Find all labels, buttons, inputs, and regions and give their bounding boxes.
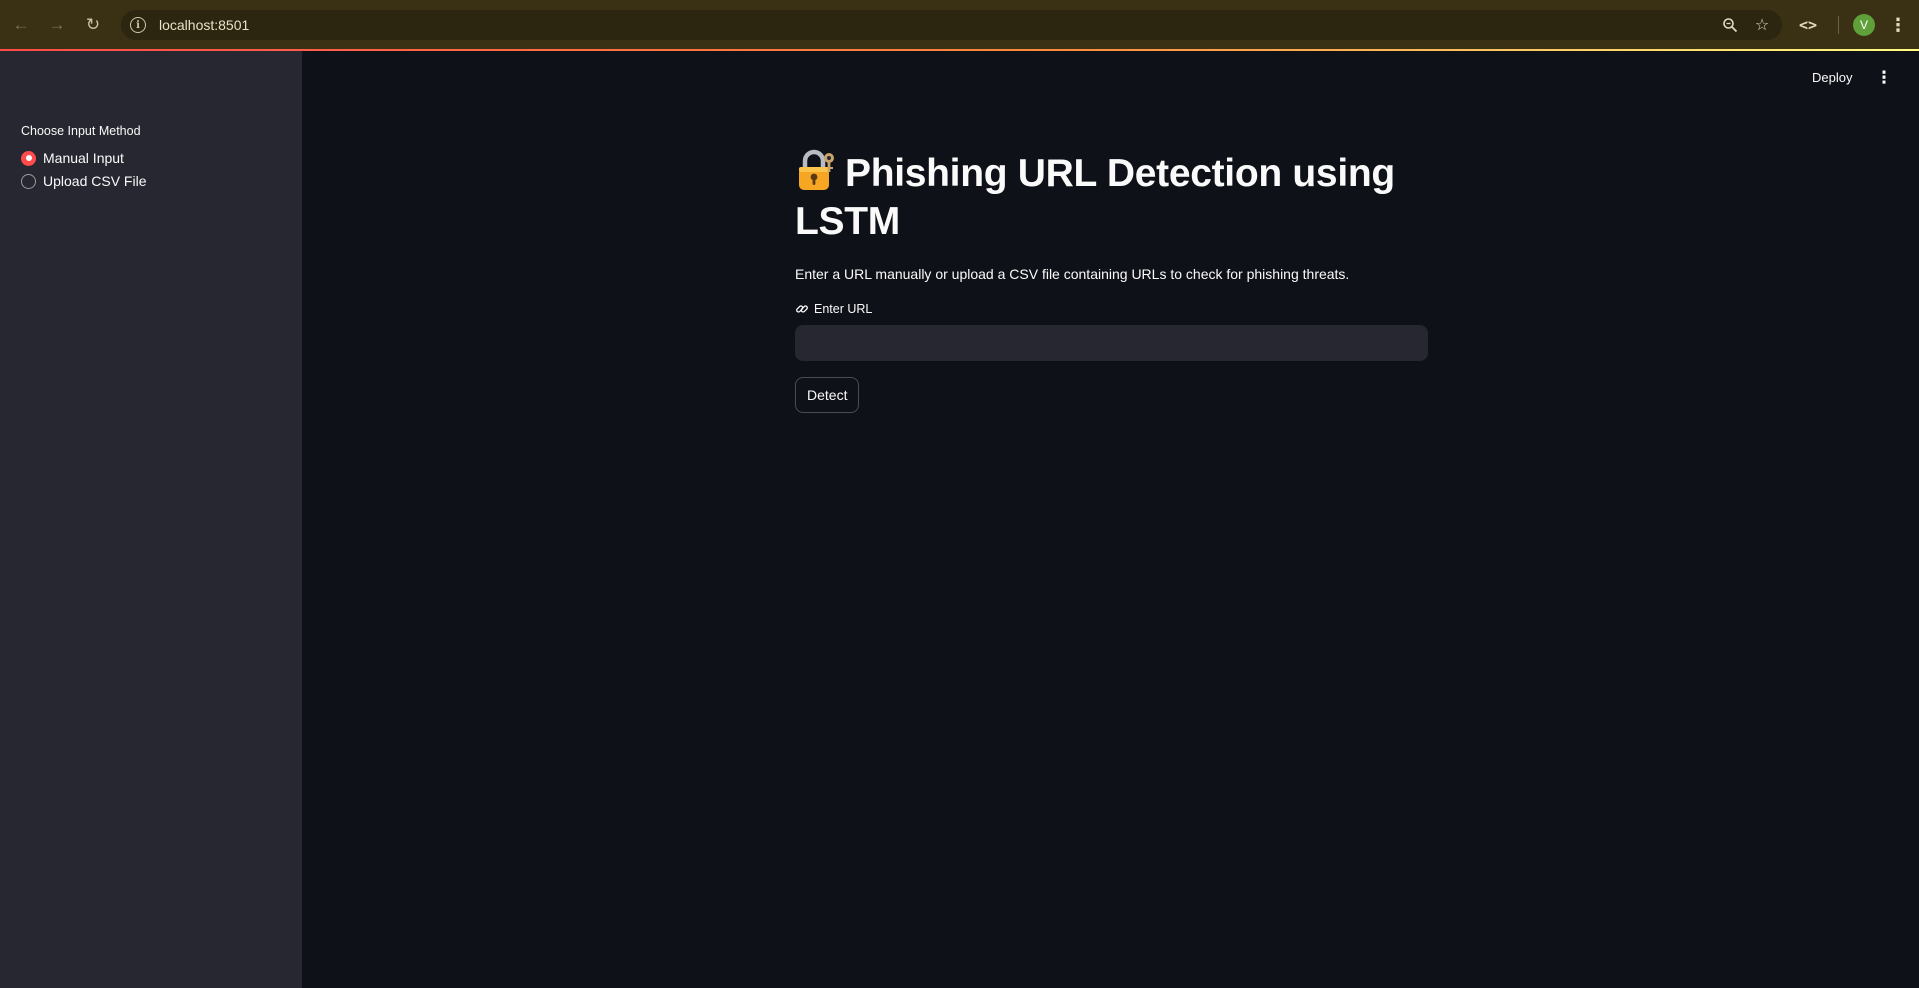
reload-icon[interactable]: ↻ — [75, 7, 111, 43]
sidebar: Choose Input Method Manual Input Upload … — [0, 51, 302, 988]
url-input-label: Enter URL — [795, 302, 1428, 316]
kebab-menu-icon[interactable]: ⋮ — [1883, 10, 1913, 40]
page-title-text: Phishing URL Detection using LSTM — [795, 152, 1395, 243]
radio-unselected-icon[interactable] — [21, 173, 36, 189]
lock-with-key-icon — [795, 148, 837, 192]
toolbar-divider — [1838, 16, 1839, 34]
radio-group-label: Choose Input Method — [21, 124, 141, 138]
page-title: Phishing URL Detection using LSTM — [795, 148, 1428, 246]
kebab-menu-icon[interactable]: ⋮ — [1876, 67, 1893, 89]
address-bar-url[interactable]: localhost:8501 — [159, 17, 249, 33]
info-icon[interactable]: i — [130, 17, 146, 33]
avatar[interactable]: V — [1853, 14, 1875, 36]
radio-option-label[interactable]: Upload CSV File — [43, 173, 147, 189]
toolbar-actions: <> V ⋮ — [1790, 10, 1913, 40]
detect-button[interactable]: Detect — [795, 377, 860, 413]
url-input-label-text: Enter URL — [814, 302, 873, 316]
address-bar[interactable]: i localhost:8501 ☆ — [121, 10, 1782, 40]
radio-option-upload-csv[interactable]: Upload CSV File — [21, 173, 147, 189]
link-icon — [795, 302, 809, 316]
main-content: Phishing URL Detection using LSTM Enter … — [795, 148, 1428, 413]
radio-selected-icon[interactable] — [21, 150, 36, 166]
code-icon[interactable]: <> — [1790, 10, 1826, 40]
url-input[interactable] — [795, 325, 1428, 361]
star-icon[interactable]: ☆ — [1750, 13, 1774, 37]
deploy-button[interactable]: Deploy — [1812, 70, 1852, 85]
radio-option-label[interactable]: Manual Input — [43, 150, 124, 166]
arrow-left-icon[interactable]: ← — [3, 7, 39, 43]
page-description: Enter a URL manually or upload a CSV fil… — [795, 266, 1350, 282]
radio-option-manual-input[interactable]: Manual Input — [21, 150, 124, 166]
browser-toolbar: ← → ↻ i localhost:8501 ☆ <> V ⋮ — [0, 0, 1919, 49]
arrow-right-icon[interactable]: → — [39, 7, 75, 43]
zoom-icon[interactable] — [1718, 13, 1742, 37]
